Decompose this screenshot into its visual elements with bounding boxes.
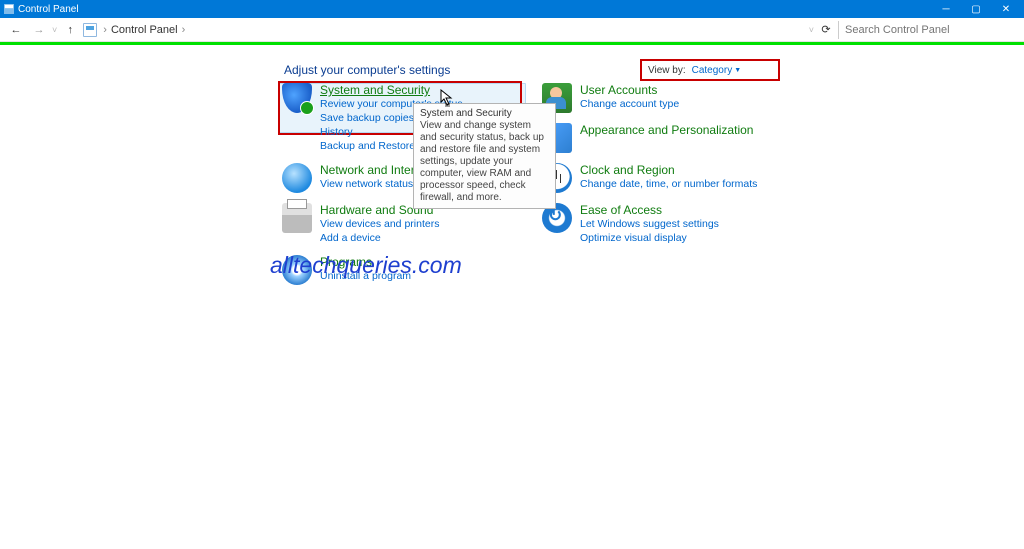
category-title-link[interactable]: System and Security	[320, 83, 522, 97]
window-controls: ─ ▢ ✕	[932, 2, 1020, 16]
globe-icon	[282, 163, 312, 193]
category-title-link[interactable]: Appearance and Personalization	[580, 123, 753, 137]
recent-dropdown-icon[interactable]: ˅	[52, 25, 57, 35]
category-sublink[interactable]: Change account type	[580, 97, 679, 111]
category-title-link[interactable]: Ease of Access	[580, 203, 719, 217]
minimize-button[interactable]: ─	[932, 2, 960, 16]
forward-button[interactable]: →	[29, 24, 49, 36]
category-sublink[interactable]: Let Windows suggest settings	[580, 217, 719, 231]
search-input[interactable]	[838, 21, 1018, 39]
watermark-text: alltechqueries.com	[270, 252, 462, 279]
control-panel-icon	[83, 23, 97, 37]
category-column-right: User Accounts Change account type Appear…	[542, 83, 782, 295]
category-user-accounts[interactable]: User Accounts Change account type	[542, 83, 782, 113]
tooltip-title: System and Security	[420, 108, 549, 120]
viewby-label: View by:	[648, 65, 686, 76]
shield-icon	[282, 83, 312, 113]
breadcrumb-item[interactable]: Control Panel	[111, 24, 178, 36]
refresh-button[interactable]: ⟳	[817, 23, 835, 36]
up-button[interactable]: ↑	[60, 24, 80, 36]
category-appearance[interactable]: Appearance and Personalization	[542, 123, 782, 153]
category-sublink[interactable]: Optimize visual display	[580, 231, 719, 245]
history-dropdown-icon[interactable]: ˅	[809, 25, 814, 35]
viewby-highlight: View by: Category ▼	[640, 59, 780, 81]
category-title-link[interactable]: Clock and Region	[580, 163, 757, 177]
viewby-dropdown[interactable]: Category ▼	[692, 65, 742, 76]
tooltip: System and Security View and change syst…	[413, 103, 556, 209]
content-area: Adjust your computer's settings View by:…	[0, 45, 1024, 77]
close-button[interactable]: ✕	[992, 2, 1020, 16]
category-clock-region[interactable]: Clock and Region Change date, time, or n…	[542, 163, 782, 193]
category-sublink[interactable]: Add a device	[320, 231, 439, 245]
window-title: Control Panel	[18, 4, 79, 15]
chevron-right-icon: ›	[182, 24, 186, 36]
breadcrumb[interactable]: › Control Panel ›	[100, 24, 185, 36]
tooltip-body: View and change system and security stat…	[420, 120, 549, 204]
category-sublink[interactable]: Change date, time, or number formats	[580, 177, 757, 191]
category-hardware[interactable]: Hardware and Sound View devices and prin…	[282, 203, 522, 245]
maximize-button[interactable]: ▢	[962, 2, 990, 16]
chevron-down-icon: ▼	[734, 67, 741, 74]
chevron-right-icon: ›	[103, 24, 107, 36]
printer-icon	[282, 203, 312, 233]
category-ease-of-access[interactable]: Ease of Access Let Windows suggest setti…	[542, 203, 782, 245]
window-icon	[4, 4, 14, 14]
back-button[interactable]: ←	[6, 24, 26, 36]
category-title-link[interactable]: User Accounts	[580, 83, 679, 97]
category-sublink[interactable]: View devices and printers	[320, 217, 439, 231]
address-bar: ← → ˅ ↑ › Control Panel › ˅ ⟳	[0, 18, 1024, 42]
window-titlebar: Control Panel ─ ▢ ✕	[0, 0, 1024, 18]
